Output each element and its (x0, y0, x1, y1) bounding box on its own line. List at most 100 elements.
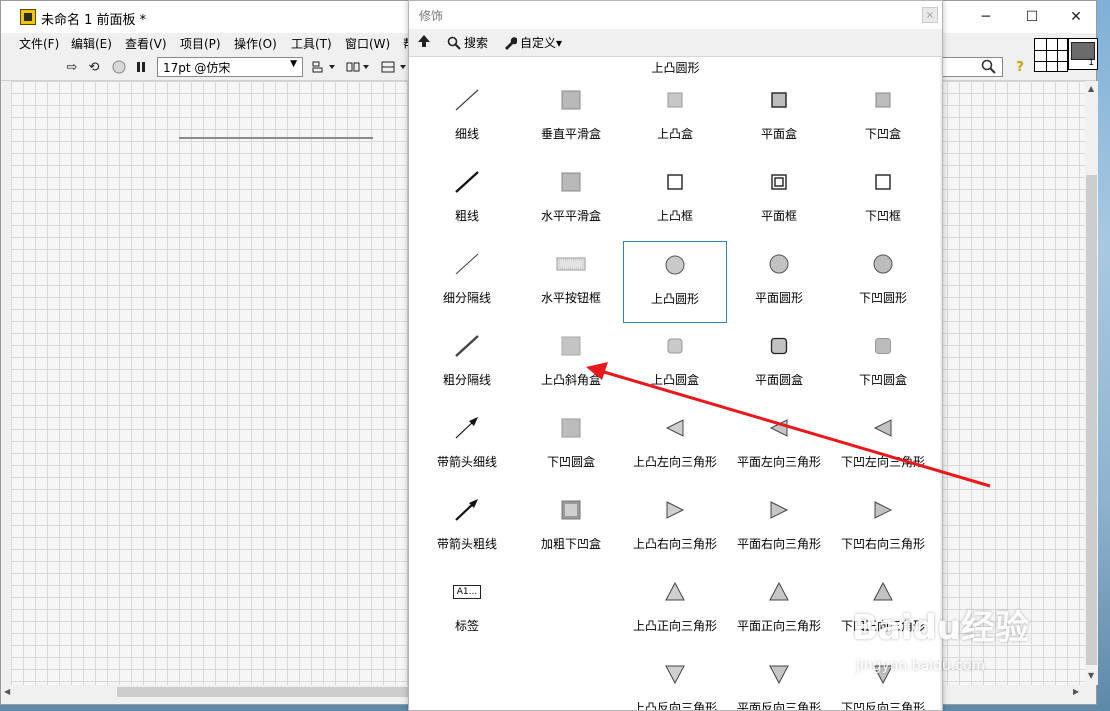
palette-item-raised-circle[interactable]: 上凸圆形 (623, 241, 727, 323)
palette-item-raised-down-triangle[interactable]: 上凸反向三角形 (623, 651, 727, 710)
menu-tools[interactable]: 工具(T) (291, 35, 332, 52)
pause-icon[interactable] (133, 59, 149, 75)
run-continuously-icon[interactable]: ⟲ (85, 59, 103, 75)
palette-item-flat-frame[interactable]: 平面框 (727, 159, 831, 241)
thick-line-icon (415, 169, 519, 195)
palette-item-thick-divider[interactable]: 粗分隔线 (415, 323, 519, 405)
scroll-left-icon[interactable]: ◀ (4, 687, 10, 696)
flat-left-triangle-icon (727, 415, 831, 441)
palette-item-recessed-circle[interactable]: 下凹圆形 (831, 241, 935, 323)
palette-title: 修饰 (419, 9, 444, 23)
palette-item-raised-rounded-box[interactable]: 上凸圆盒 (623, 323, 727, 405)
palette-item-flat-box[interactable]: 平面盒 (727, 77, 831, 159)
horizontal-scroll-thumb[interactable] (117, 687, 417, 697)
palette-item-recessed-left-triangle[interactable]: 下凹左向三角形 (831, 405, 935, 487)
palette-item-label: 平面盒 (760, 127, 797, 141)
chevron-down-icon: ▼ (290, 59, 297, 69)
flat-frame-icon (727, 169, 831, 195)
maximize-button[interactable]: ☐ (1009, 1, 1055, 33)
vertical-scrollbar[interactable]: ▲ ▼ (1085, 81, 1098, 685)
palette-item-flat-right-triangle[interactable]: 平面右向三角形 (727, 487, 831, 569)
palette-item-horizontal-smooth-box[interactable]: 水平平滑盒 (519, 159, 623, 241)
flat-circle-icon (727, 251, 831, 277)
palette-item-recessed-box[interactable]: 下凹盒 (831, 77, 935, 159)
menu-file[interactable]: 文件(F) (19, 35, 59, 52)
raised-right-triangle-icon (623, 497, 727, 523)
palette-search-button[interactable]: 搜索 (447, 34, 488, 51)
label-icon: A1... (415, 579, 519, 605)
palette-item-label: 平面反向三角形 (736, 701, 821, 711)
vi-icon[interactable]: 1 (1068, 38, 1098, 70)
palette-item-raised-bevel-box[interactable]: 上凸斜角盒 (519, 323, 623, 405)
window-title: 未命名 1 前面板 * (41, 13, 147, 28)
abort-icon[interactable] (111, 59, 127, 75)
palette-item-flat-up-triangle[interactable]: 平面正向三角形 (727, 569, 831, 651)
menu-edit[interactable]: 编辑(E) (71, 35, 112, 52)
palette-item-label: 带箭头粗线 (436, 537, 497, 551)
palette-item-thin-arrow-line[interactable]: 带箭头细线 (415, 405, 519, 487)
palette-item-raised-box[interactable]: 上凸盒 (623, 77, 727, 159)
up-level-button[interactable] (417, 34, 431, 48)
resize-objects-icon[interactable] (380, 59, 408, 75)
close-button[interactable]: ✕ (1053, 1, 1099, 33)
menu-project[interactable]: 项目(P) (180, 35, 221, 52)
palette-item-recessed-rounded-box[interactable]: 下凹圆盒 (831, 323, 935, 405)
raised-rounded-box-icon (623, 333, 727, 359)
minimize-button[interactable]: ─ (963, 1, 1009, 33)
palette-item-vertical-smooth-box[interactable]: 垂直平滑盒 (519, 77, 623, 159)
placed-thin-line-decoration[interactable] (179, 137, 373, 139)
connector-pane-icon[interactable] (1034, 38, 1068, 72)
recessed-rounded-box-2-icon (519, 415, 623, 441)
raised-left-triangle-icon (623, 415, 727, 441)
flat-down-triangle-icon (727, 661, 831, 687)
flat-up-triangle-icon (727, 579, 831, 605)
font-dropdown[interactable]: 17pt @仿宋 ▼ (157, 57, 303, 77)
context-help-icon[interactable]: ? (1011, 59, 1029, 75)
palette-item-bold-recessed-box[interactable]: 加粗下凹盒 (519, 487, 623, 569)
palette-item-recessed-right-triangle[interactable]: 下凹右向三角形 (831, 487, 935, 569)
palette-item-flat-down-triangle[interactable]: 平面反向三角形 (727, 651, 831, 711)
palette-item-thick-arrow-line[interactable]: 带箭头粗线 (415, 487, 519, 569)
palette-item-raised-left-triangle[interactable]: 上凸左向三角形 (623, 405, 727, 487)
palette-item-raised-up-triangle[interactable]: 上凸正向三角形 (623, 569, 727, 651)
run-arrow-icon[interactable]: ⇨ (63, 59, 81, 75)
palette-item-label: 垂直平滑盒 (540, 127, 601, 141)
menu-view[interactable]: 查看(V) (125, 35, 167, 52)
palette-item-thin-line[interactable]: 细线 (415, 77, 519, 159)
palette-search-label: 搜索 (464, 36, 489, 50)
align-objects-icon[interactable] (311, 59, 337, 75)
search-icon[interactable] (980, 59, 998, 75)
palette-item-label: 上凸圆盒 (650, 373, 699, 387)
scroll-up-icon[interactable]: ▲ (1088, 84, 1094, 93)
font-dropdown-value: 17pt @仿宋 (163, 61, 231, 75)
palette-item-raised-right-triangle[interactable]: 上凸右向三角形 (623, 487, 727, 569)
menu-operate[interactable]: 操作(O) (234, 35, 277, 52)
thin-arrow-line-icon (415, 415, 519, 441)
palette-item-horizontal-button-box[interactable]: 水平按钮框 (519, 241, 623, 323)
palette-item-label: 上凸框 (656, 209, 693, 223)
palette-item-thin-divider[interactable]: 细分隔线 (415, 241, 519, 323)
palette-item-recessed-frame[interactable]: 下凹框 (831, 159, 935, 241)
palette-item-recessed-rounded-box-2[interactable]: 下凹圆盒 (519, 405, 623, 487)
palette-title-bar: 修饰 × (409, 1, 942, 29)
palette-item-thick-line[interactable]: 粗线 (415, 159, 519, 241)
menu-window[interactable]: 窗口(W) (345, 35, 390, 52)
palette-item-label: 平面圆盒 (754, 373, 803, 387)
palette-item-raised-frame[interactable]: 上凸框 (623, 159, 727, 241)
palette-item-flat-left-triangle[interactable]: 平面左向三角形 (727, 405, 831, 487)
palette-item-flat-circle[interactable]: 平面圆形 (727, 241, 831, 323)
customize-button[interactable]: 自定义▾ (503, 34, 562, 51)
scroll-right-icon[interactable]: ▶ (1073, 687, 1079, 696)
flat-right-triangle-icon (727, 497, 831, 523)
palette-close-button[interactable]: × (922, 7, 938, 23)
scroll-down-icon[interactable]: ▼ (1088, 671, 1094, 680)
recessed-rounded-box-icon (831, 333, 935, 359)
palette-item-label[interactable]: A1... 标签 (415, 569, 519, 651)
wrench-icon (505, 36, 517, 50)
distribute-objects-icon[interactable] (345, 59, 371, 75)
vertical-scroll-thumb[interactable] (1086, 175, 1097, 665)
raised-circle-icon (624, 252, 726, 278)
palette-item-flat-rounded-box[interactable]: 平面圆盒 (727, 323, 831, 405)
thick-arrow-line-icon (415, 497, 519, 523)
raised-down-triangle-icon (623, 661, 727, 687)
